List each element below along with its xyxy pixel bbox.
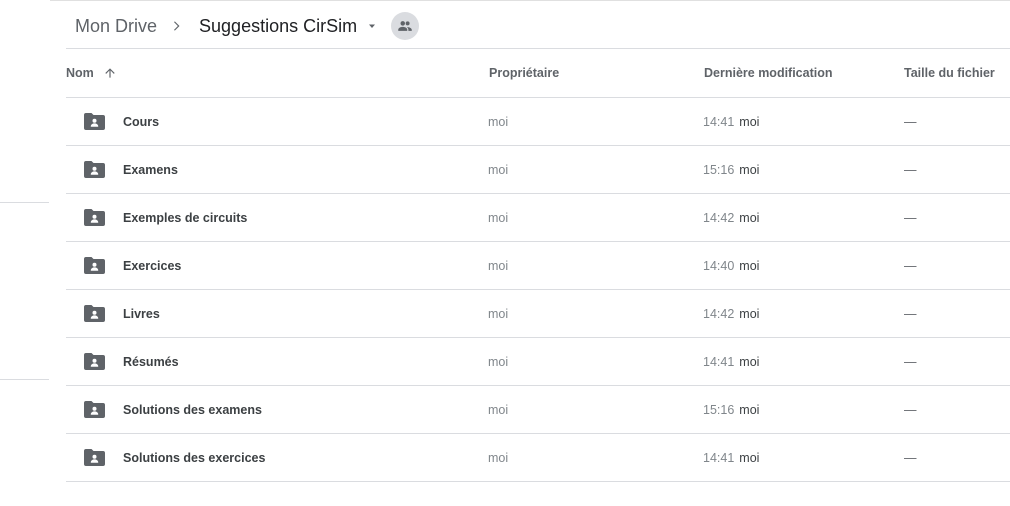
table-row[interactable]: Livres moi 14:42 moi — — [66, 290, 1010, 338]
people-icon[interactable] — [391, 12, 420, 40]
modified-time: 14:40 — [703, 258, 735, 273]
modified-by: moi — [739, 114, 760, 129]
modified-by: moi — [739, 402, 760, 417]
file-modified: 14:41 moi — [703, 434, 759, 481]
file-name: Livres — [123, 306, 160, 321]
modified-by: moi — [739, 210, 760, 225]
modified-by: moi — [739, 258, 760, 273]
sidebar-divider — [0, 379, 49, 380]
table-row[interactable]: Solutions des examens moi 15:16 moi — — [66, 386, 1010, 434]
shared-folder-icon — [84, 338, 105, 385]
modified-time: 14:41 — [703, 354, 735, 369]
file-owner: moi — [488, 306, 509, 321]
sidebar — [0, 0, 50, 506]
file-size: — — [904, 306, 917, 321]
file-owner: moi — [488, 114, 509, 129]
file-owner: moi — [488, 210, 509, 225]
modified-time: 15:16 — [703, 402, 735, 417]
modified-by: moi — [739, 162, 760, 177]
arrow-up-icon[interactable] — [102, 65, 118, 81]
column-header-modified: Dernière modification — [704, 66, 833, 80]
file-name: Exercices — [123, 258, 182, 273]
breadcrumb-root-link[interactable]: Mon Drive — [75, 16, 157, 37]
table-row[interactable]: Exercices moi 14:40 moi — — [66, 242, 1010, 290]
sidebar-divider — [0, 202, 49, 203]
file-name: Solutions des examens — [123, 402, 262, 417]
modified-time: 14:41 — [703, 114, 735, 129]
file-list-header: Nom Propriétaire Dernière modification T… — [66, 49, 1010, 98]
modified-time: 14:42 — [703, 210, 735, 225]
file-size: — — [904, 402, 917, 417]
file-owner: moi — [488, 162, 509, 177]
file-name: Cours — [123, 114, 160, 129]
file-size: — — [904, 258, 917, 273]
shared-folder-icon — [84, 242, 105, 289]
shared-folder-icon — [84, 146, 105, 193]
file-list: Nom Propriétaire Dernière modification T… — [66, 49, 1010, 482]
column-header-owner: Propriétaire — [489, 66, 560, 80]
column-header-name-label: Nom — [66, 66, 94, 80]
table-row[interactable]: Résumés moi 14:41 moi — — [66, 338, 1010, 386]
file-modified: 15:16 moi — [703, 146, 759, 193]
modified-time: 14:41 — [703, 450, 735, 465]
modified-by: moi — [739, 306, 760, 321]
current-folder-menu[interactable]: Suggestions CirSim — [199, 16, 381, 37]
file-size: — — [904, 162, 917, 177]
drive-folder-view: Mon Drive Suggestions CirSim Nom Proprié… — [0, 0, 1010, 506]
modified-time: 14:42 — [703, 306, 735, 321]
file-name: Résumés — [123, 354, 179, 369]
table-row[interactable]: Cours moi 14:41 moi — — [66, 98, 1010, 146]
file-modified: 15:16 moi — [703, 386, 759, 433]
column-header-name[interactable]: Nom — [66, 49, 118, 97]
shared-folder-icon — [84, 194, 105, 241]
file-size: — — [904, 114, 917, 129]
file-modified: 14:42 moi — [703, 290, 759, 337]
shared-folder-icon — [84, 386, 105, 433]
file-size: — — [904, 354, 917, 369]
file-modified: 14:41 moi — [703, 338, 759, 385]
file-name: Exemples de circuits — [123, 210, 248, 225]
current-folder-title: Suggestions CirSim — [199, 15, 358, 36]
top-divider — [50, 0, 1010, 1]
column-header-size: Taille du fichier — [904, 66, 995, 80]
file-owner: moi — [488, 402, 509, 417]
modified-time: 15:16 — [703, 162, 735, 177]
file-size: — — [904, 450, 917, 465]
file-owner: moi — [488, 258, 509, 273]
file-name: Examens — [123, 162, 178, 177]
table-row[interactable]: Solutions des exercices moi 14:41 moi — — [66, 434, 1010, 482]
caret-down-icon — [363, 17, 381, 35]
file-modified: 14:42 moi — [703, 194, 759, 241]
modified-by: moi — [739, 450, 760, 465]
breadcrumb: Mon Drive Suggestions CirSim — [75, 8, 420, 44]
file-owner: moi — [488, 450, 509, 465]
shared-folder-icon — [84, 290, 105, 337]
shared-folder-icon — [84, 434, 105, 481]
chevron-right-icon — [167, 17, 185, 35]
file-size: — — [904, 210, 917, 225]
file-name: Solutions des exercices — [123, 450, 266, 465]
file-owner: moi — [488, 354, 509, 369]
table-row[interactable]: Examens moi 15:16 moi — — [66, 146, 1010, 194]
file-modified: 14:41 moi — [703, 98, 759, 145]
table-row[interactable]: Exemples de circuits moi 14:42 moi — — [66, 194, 1010, 242]
shared-folder-icon — [84, 98, 105, 145]
modified-by: moi — [739, 354, 760, 369]
file-modified: 14:40 moi — [703, 242, 759, 289]
